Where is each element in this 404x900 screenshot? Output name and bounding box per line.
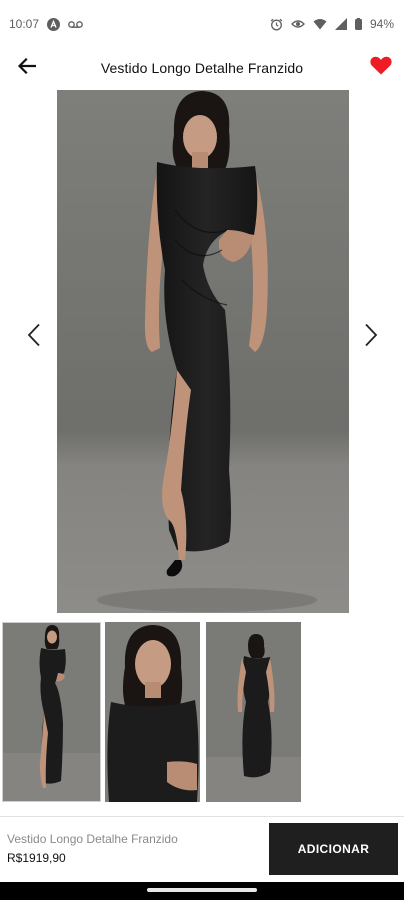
main-product-image[interactable] <box>57 90 349 613</box>
status-left: 10:07 <box>9 17 83 31</box>
system-nav-bar <box>0 882 404 900</box>
model-photo-main <box>57 90 349 613</box>
chevron-left-icon <box>27 323 41 352</box>
battery-icon <box>354 18 362 30</box>
status-right: 94% <box>270 17 394 31</box>
alarm-icon <box>270 18 283 31</box>
signal-icon <box>334 18 347 30</box>
thumbnail-3[interactable] <box>206 622 301 802</box>
add-to-cart-button[interactable]: ADICIONAR <box>269 823 398 875</box>
status-bar: 10:07 94% <box>0 0 404 48</box>
thumbnail-photo-closeup <box>105 622 200 802</box>
thumbnail-photo-front <box>3 623 100 801</box>
status-time: 10:07 <box>9 17 40 31</box>
app-header: Vestido Longo Detalhe Franzido <box>0 48 404 88</box>
voicemail-icon <box>68 20 83 29</box>
back-button[interactable] <box>14 55 40 81</box>
product-price: R$1919,90 <box>7 851 66 865</box>
battery-percent: 94% <box>369 17 394 31</box>
heart-icon <box>370 56 392 80</box>
favorite-button[interactable] <box>368 55 394 81</box>
page-title: Vestido Longo Detalhe Franzido <box>100 60 304 76</box>
thumbnail-1[interactable] <box>2 622 101 802</box>
thumbnail-2[interactable] <box>105 622 200 802</box>
chevron-right-icon <box>364 323 378 352</box>
a-circle-icon <box>47 17 61 31</box>
carousel-next-button[interactable] <box>359 322 383 352</box>
wifi-icon <box>313 18 327 30</box>
carousel-prev-button[interactable] <box>22 322 46 352</box>
purchase-bar: Vestido Longo Detalhe Franzido R$1919,90… <box>0 816 404 882</box>
product-screen: 10:07 94% Vestido Longo Detalhe Franzido… <box>0 0 404 900</box>
product-name: Vestido Longo Detalhe Franzido <box>7 832 178 846</box>
home-indicator[interactable] <box>147 888 257 892</box>
arrow-left-icon <box>17 57 37 79</box>
eye-icon <box>291 19 305 29</box>
thumbnail-photo-back <box>206 622 301 802</box>
